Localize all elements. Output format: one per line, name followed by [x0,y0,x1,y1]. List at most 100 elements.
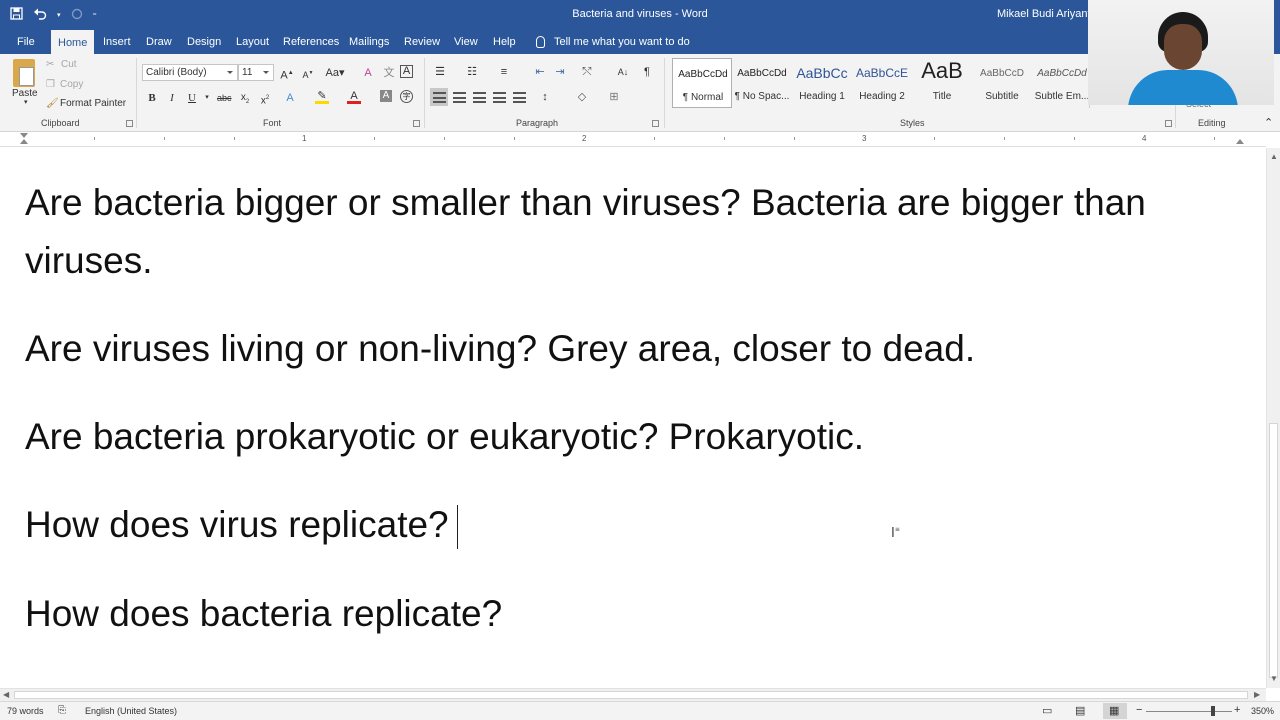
justify-icon[interactable] [493,92,506,103]
document-paragraph[interactable]: Are viruses living or non-living? Grey a… [25,320,1225,378]
superscript-icon[interactable]: x2 [258,91,272,106]
scroll-right-arrow-icon[interactable]: ▶ [1254,690,1260,700]
collapse-ribbon-icon[interactable]: ⌃ [1264,116,1273,129]
horizontal-scroll-thumb[interactable] [14,691,1248,699]
style-no-spacing[interactable]: AaBbCcDd ¶ No Spac... [732,58,792,108]
style-title[interactable]: AaB Title [912,58,972,108]
style-preview: AaB [921,58,963,83]
scroll-left-arrow-icon[interactable]: ◀ [3,690,9,700]
clipboard-launcher-icon[interactable] [126,120,133,127]
clear-formatting-icon[interactable]: A [361,66,375,80]
asian-layout-icon[interactable]: ⤲ [580,65,594,79]
copy-button[interactable]: Copy [60,79,83,90]
sort-icon[interactable]: A↓ [616,65,630,79]
tell-me-search[interactable]: Tell me what you want to do [536,30,690,54]
read-mode-icon[interactable]: ▭ [1042,704,1052,717]
underline-icon[interactable]: U [185,91,199,105]
tab-view[interactable]: View [447,30,485,54]
scroll-down-arrow-icon[interactable]: ▼ [1270,674,1278,684]
line-spacing-icon[interactable]: ↕ [538,90,552,104]
borders-icon[interactable]: ⊞ [607,90,621,104]
increase-indent-icon[interactable]: ⇥ [553,65,567,79]
document-paragraph[interactable]: Are bacteria bigger or smaller than viru… [25,174,1225,290]
tab-layout[interactable]: Layout [229,30,276,54]
font-launcher-icon[interactable] [413,120,420,127]
format-painter-icon[interactable]: 🖌 [46,98,59,109]
tab-review[interactable]: Review [397,30,447,54]
enclose-characters-icon[interactable]: 字 [400,90,413,103]
cut-button[interactable]: Cut [61,59,77,70]
print-layout-icon[interactable]: ▤ [1075,704,1085,717]
first-line-indent-marker[interactable] [20,133,28,138]
tab-insert[interactable]: Insert [96,30,138,54]
copy-icon[interactable]: ❐ [46,79,55,90]
font-size-dropdown[interactable]: 11 [238,64,274,81]
align-left-icon[interactable] [433,92,446,103]
font-color-icon[interactable]: A [347,89,361,104]
left-indent-marker[interactable] [20,139,28,144]
horizontal-ruler[interactable]: 1 2 3 4 [0,132,1266,147]
ruler-tick [934,137,935,140]
document-paragraph[interactable]: Are bacteria prokaryotic or eukaryotic? … [25,408,1225,466]
center-icon[interactable] [453,92,466,103]
paste-dropdown-icon[interactable]: ▾ [24,98,28,106]
style-normal[interactable]: AaBbCcDd ¶ Normal [672,58,732,108]
styles-launcher-icon[interactable] [1165,120,1172,127]
phonetic-guide-icon[interactable]: 文 [382,66,396,80]
strikethrough-icon[interactable]: abc [217,91,232,105]
cut-icon[interactable]: ✂ [46,59,54,70]
document-paragraph[interactable]: How does bacteria replicate? [25,585,1225,643]
document-page[interactable]: Are bacteria bigger or smaller than viru… [0,148,1266,688]
bold-icon[interactable]: B [145,91,159,105]
tab-home[interactable]: Home [51,30,95,54]
subscript-icon[interactable]: x2 [238,91,252,105]
tab-file[interactable]: File [10,30,42,54]
user-name[interactable]: Mikael Budi Ariyanto [997,8,1097,20]
character-border-icon[interactable]: A [400,65,413,78]
language-indicator[interactable]: English (United States) [85,706,177,716]
horizontal-scrollbar[interactable]: ◀ ▶ [0,688,1266,701]
vertical-scroll-thumb[interactable] [1269,423,1278,678]
character-shading-icon[interactable]: A [380,90,392,102]
style-heading-2[interactable]: AaBbCcE Heading 2 [852,58,912,108]
style-heading-1[interactable]: AaBbCc Heading 1 [792,58,852,108]
scroll-up-arrow-icon[interactable]: ▲ [1270,152,1278,162]
vertical-scrollbar[interactable]: ▲ ▼ [1266,148,1280,688]
zoom-slider-track[interactable] [1146,711,1232,712]
align-right-icon[interactable] [473,92,486,103]
paste-icon[interactable] [13,59,35,87]
underline-dropdown-icon[interactable]: ▾ [200,91,214,105]
show-formatting-marks-icon[interactable]: ¶ [640,65,654,79]
right-indent-marker[interactable] [1236,139,1244,144]
format-painter-button[interactable]: Format Painter [60,98,126,109]
change-case-icon[interactable]: Aa▾ [324,66,346,80]
zoom-slider-thumb[interactable] [1211,706,1215,716]
style-subtle-emphasis[interactable]: AaBbCcDd Subtle Em... [1032,58,1092,108]
highlight-color-icon[interactable]: ✎ [315,89,329,104]
italic-icon[interactable]: I [165,91,179,105]
document-paragraph-current[interactable]: How does virus replicate? [25,496,1225,554]
multilevel-list-icon[interactable]: ≡ [497,65,511,79]
tab-design[interactable]: Design [180,30,228,54]
style-subtitle[interactable]: AaBbCcD Subtitle [972,58,1032,108]
tab-draw[interactable]: Draw [139,30,179,54]
text-effects-icon[interactable]: A [283,91,297,105]
bullets-icon[interactable]: ☰ [433,65,447,79]
paragraph-launcher-icon[interactable] [652,120,659,127]
decrease-indent-icon[interactable]: ⇤ [533,65,547,79]
font-name-dropdown[interactable]: Calibri (Body) [142,64,238,81]
tab-help[interactable]: Help [486,30,523,54]
grow-font-icon[interactable]: A▲ [280,66,294,82]
proofing-icon[interactable]: ⎘ [58,705,66,716]
shrink-font-icon[interactable]: A▼ [301,66,315,80]
zoom-in-button[interactable]: + [1234,704,1240,716]
numbering-icon[interactable]: ☷ [465,65,479,79]
web-layout-icon[interactable]: ▦ [1109,704,1119,717]
zoom-level[interactable]: 350% [1251,706,1274,716]
distributed-icon[interactable] [513,92,526,103]
tab-references[interactable]: References [276,30,346,54]
shading-icon[interactable]: ◇ [575,90,589,104]
tab-mailings[interactable]: Mailings [342,30,396,54]
zoom-out-button[interactable]: − [1136,704,1142,716]
word-count[interactable]: 79 words [7,706,44,716]
